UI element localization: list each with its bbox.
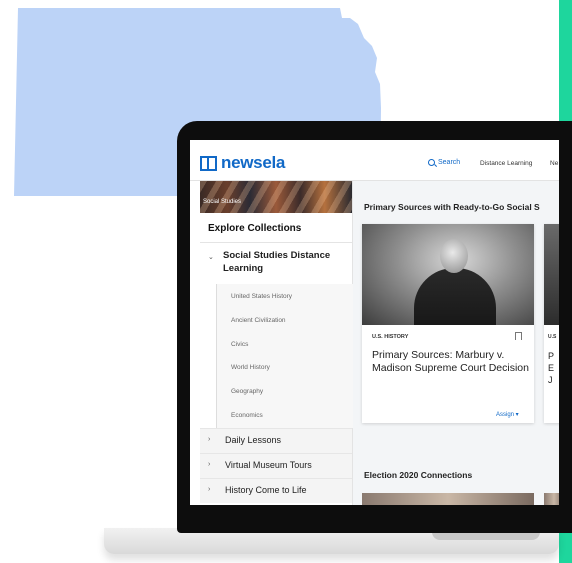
portrait-head bbox=[440, 239, 468, 273]
chevron-down-icon[interactable]: ⌄ bbox=[208, 253, 214, 261]
article-thumbnail bbox=[544, 224, 559, 325]
search-link[interactable]: Search bbox=[428, 159, 460, 166]
sidebar-item-label: Virtual Museum Tours bbox=[225, 460, 312, 470]
sidebar-item-united-states-history[interactable]: United States History bbox=[231, 293, 292, 300]
article-card-partial[interactable]: U.S P E J bbox=[544, 224, 559, 423]
article-thumbnail bbox=[362, 493, 534, 505]
bookmark-icon[interactable] bbox=[515, 332, 522, 340]
search-label: Search bbox=[438, 159, 461, 166]
collections-sidebar: Social Studies Explore Collections ⌄ Soc… bbox=[190, 181, 353, 505]
article-title-fragment: P bbox=[548, 351, 555, 361]
article-title-fragment: E bbox=[548, 363, 555, 373]
nav-distance-learning[interactable]: Distance Learning bbox=[480, 160, 532, 167]
banner-label: Social Studies bbox=[203, 199, 242, 205]
sidebar-item-daily-lessons[interactable]: › Daily Lessons bbox=[200, 428, 352, 453]
article-thumbnail bbox=[362, 224, 534, 325]
article-category: U.S. HISTORY bbox=[372, 334, 409, 340]
section-heading-election-2020: Election 2020 Connections bbox=[364, 470, 473, 480]
article-title[interactable]: Primary Sources: Marbury v. Madison Supr… bbox=[372, 349, 532, 375]
sidebar-group-distance-learning[interactable]: Social Studies Distance Learning bbox=[223, 249, 348, 275]
sidebar-item-geography[interactable]: Geography bbox=[231, 388, 263, 395]
article-thumbnail bbox=[544, 493, 559, 505]
assign-label: Assign bbox=[496, 412, 515, 418]
article-category: U.S bbox=[548, 334, 557, 340]
sidebar-item-label: Daily Lessons bbox=[225, 435, 282, 445]
chevron-right-icon: › bbox=[208, 461, 211, 468]
top-navigation-bar: newsela Search Distance Learning Ne bbox=[190, 140, 559, 181]
sidebar-item-ancient-civilization[interactable]: Ancient Civilization bbox=[231, 317, 286, 324]
nav-next-item[interactable]: Ne bbox=[550, 160, 558, 167]
assign-button[interactable]: Assign ▾ bbox=[496, 411, 519, 418]
portrait-figure bbox=[414, 268, 496, 325]
article-card[interactable]: U.S. HISTORY Primary Sources: Marbury v.… bbox=[362, 224, 534, 423]
explore-collections-heading: Explore Collections bbox=[208, 223, 302, 234]
sidebar-item-label: History Come to Life bbox=[225, 485, 307, 495]
logo-text: newsela bbox=[221, 153, 286, 172]
sidebar-item-history-come-to-life[interactable]: › History Come to Life bbox=[200, 478, 352, 503]
newsela-logo[interactable]: newsela bbox=[200, 153, 285, 173]
search-icon bbox=[428, 159, 435, 166]
article-title-fragment: J bbox=[548, 375, 553, 385]
chevron-right-icon: › bbox=[208, 436, 211, 443]
laptop-screen: newsela Search Distance Learning Ne Soci… bbox=[190, 140, 559, 505]
sidebar-item-civics[interactable]: Civics bbox=[231, 341, 248, 348]
chevron-right-icon: › bbox=[208, 486, 211, 493]
section-heading-primary-sources: Primary Sources with Ready-to-Go Social … bbox=[364, 202, 540, 212]
sidebar-item-economics[interactable]: Economics bbox=[231, 412, 263, 419]
sidebar-divider bbox=[200, 242, 352, 243]
subcategory-panel bbox=[216, 284, 353, 428]
newsela-logo-icon bbox=[200, 155, 217, 171]
sidebar-item-virtual-museum-tours[interactable]: › Virtual Museum Tours bbox=[200, 453, 352, 478]
social-studies-banner: Social Studies bbox=[200, 181, 352, 213]
sidebar-item-world-history[interactable]: World History bbox=[231, 364, 270, 371]
